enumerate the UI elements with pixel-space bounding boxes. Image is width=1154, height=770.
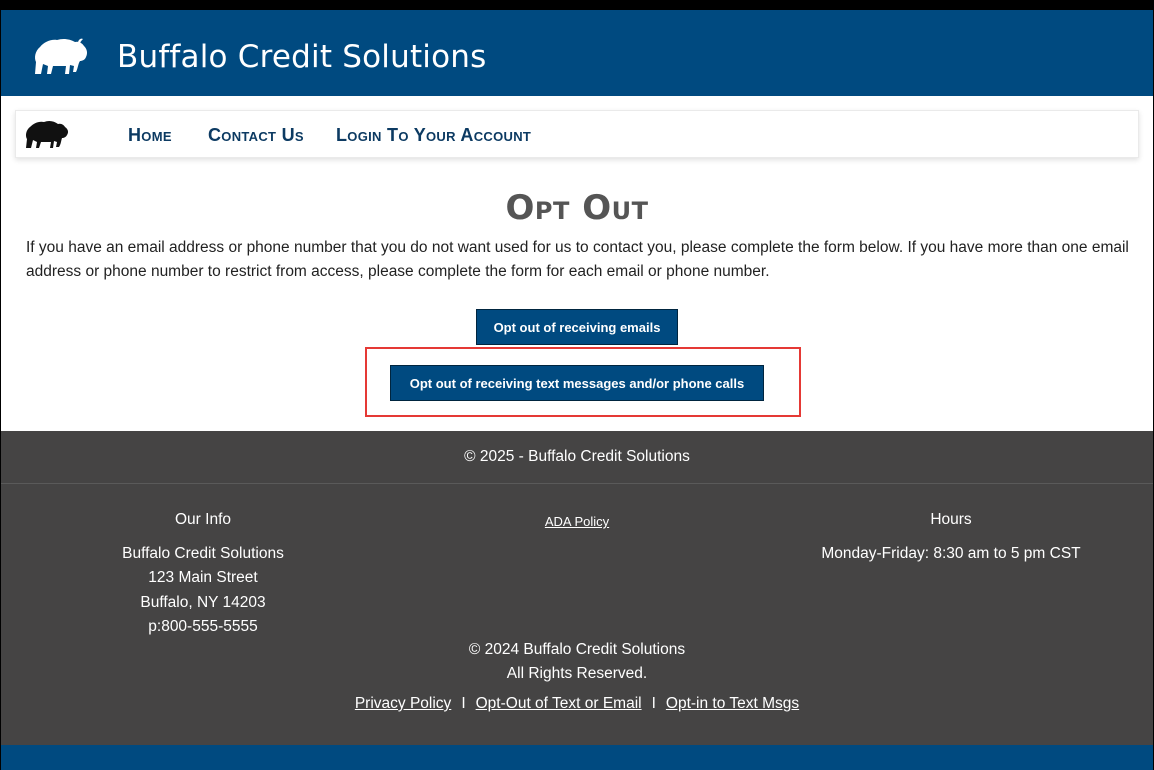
ada-policy-link[interactable]: ADA Policy bbox=[545, 514, 609, 529]
our-info-heading: Our Info bbox=[175, 511, 231, 528]
site-header: Buffalo Credit Solutions bbox=[1, 10, 1153, 96]
intro-text: If you have an email address or phone nu… bbox=[26, 239, 1129, 280]
buffalo-icon[interactable] bbox=[29, 36, 91, 80]
hours-heading: Hours bbox=[930, 511, 972, 528]
privacy-policy-link[interactable]: Privacy Policy bbox=[355, 695, 451, 712]
opt-out-text-email-link[interactable]: Opt-Out of Text or Email bbox=[476, 695, 642, 712]
city-state-zip: Buffalo, NY 14203 bbox=[140, 593, 266, 611]
footer-divider bbox=[1, 483, 1153, 484]
footer-our-info: Our Info Buffalo Credit Solutions 123 Ma… bbox=[103, 508, 303, 640]
nav-link-login[interactable]: Login To Your Account bbox=[336, 125, 531, 146]
page-frame: Buffalo Credit Solutions Home Contact Us… bbox=[1, 10, 1153, 770]
footer-links: Privacy Policy I Opt-Out of Text or Email I… bbox=[1, 695, 1153, 713]
navbar: Home Contact Us Login To Your Account bbox=[15, 110, 1139, 158]
phone-number: p:800-555-5555 bbox=[148, 618, 258, 635]
company-name: Buffalo Credit Solutions bbox=[122, 544, 284, 562]
footer: © 2025 - Buffalo Credit Solutions Our In… bbox=[1, 431, 1153, 745]
nav-link-contact-us[interactable]: Contact Us bbox=[208, 125, 304, 146]
footer-ada: ADA Policy bbox=[476, 510, 678, 535]
link-separator: I bbox=[461, 695, 466, 712]
street-address: 123 Main Street bbox=[148, 569, 258, 586]
opt-out-text-calls-button[interactable]: Opt out of receiving text messages and/o… bbox=[390, 365, 764, 401]
footer-copyright-top: © 2025 - Buffalo Credit Solutions bbox=[464, 448, 690, 465]
nav-link-home[interactable]: Home bbox=[128, 125, 172, 146]
opt-out-email-button[interactable]: Opt out of receiving emails bbox=[476, 309, 678, 345]
opt-in-text-link[interactable]: Opt-in to Text Msgs bbox=[666, 695, 799, 712]
site-title: Buffalo Credit Solutions bbox=[117, 39, 487, 75]
link-separator: I bbox=[651, 695, 656, 712]
page-title: Opt Out bbox=[505, 188, 649, 228]
footer-copyright-bottom: © 2024 Buffalo Credit Solutions All Righ… bbox=[1, 638, 1153, 686]
copyright-bottom-line: © 2024 Buffalo Credit Solutions bbox=[468, 641, 686, 658]
buffalo-icon[interactable] bbox=[23, 119, 71, 151]
footer-hours: Hours Monday-Friday: 8:30 am to 5 pm CST bbox=[801, 508, 1101, 566]
bottom-bar bbox=[1, 745, 1153, 770]
hours-text: Monday-Friday: 8:30 am to 5 pm CST bbox=[821, 544, 1081, 562]
rights-reserved: All Rights Reserved. bbox=[506, 665, 648, 682]
